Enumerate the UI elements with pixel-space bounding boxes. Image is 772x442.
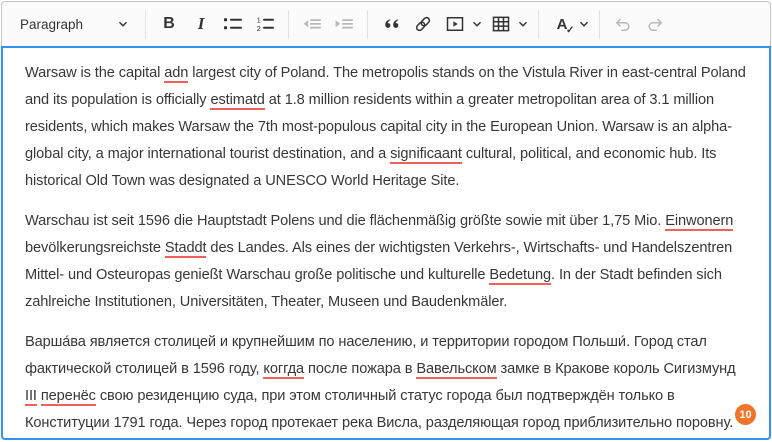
toolbar-separator [599, 10, 600, 39]
indent-icon [334, 14, 354, 34]
spell-check-dropdown[interactable] [576, 8, 592, 40]
italic-icon: I [198, 14, 205, 34]
indent-button[interactable] [328, 8, 360, 40]
misspelled-word[interactable]: коггда [263, 361, 304, 379]
insert-table-icon [491, 14, 511, 34]
text-segment: Warsaw is the capital [25, 65, 164, 81]
link-button[interactable] [407, 8, 439, 40]
bulleted-list-button[interactable] [217, 8, 249, 40]
insert-table-dropdown[interactable] [515, 8, 531, 40]
toolbar-separator [538, 10, 539, 39]
media-embed-icon [445, 14, 465, 34]
italic-button[interactable]: I [185, 8, 217, 40]
text-segment: замке в Кракове король Сигизмунд [497, 361, 736, 377]
rich-text-editor: Paragraph B I 1 2 [1, 1, 771, 440]
paragraph: Варша́ва является столицей и крупнейшим … [25, 329, 747, 437]
toolbar-separator [288, 10, 289, 39]
paragraph: Warschau ist seit 1596 die Hauptstadt Po… [25, 208, 747, 316]
link-icon [413, 14, 433, 34]
heading-dropdown[interactable]: Paragraph [10, 8, 138, 40]
misspelled-word[interactable]: III [25, 388, 37, 406]
proofreader-badge[interactable]: 10 [735, 404, 756, 425]
paragraph: Warsaw is the capital adn largest city o… [25, 60, 747, 195]
chevron-down-icon [579, 19, 589, 29]
editor-content[interactable]: Warsaw is the capital adn largest city o… [1, 46, 771, 440]
outdent-icon [302, 14, 322, 34]
block-quote-button[interactable] [375, 8, 407, 40]
chevron-down-icon [518, 19, 528, 29]
misspelled-word[interactable]: adn [164, 65, 188, 83]
undo-button[interactable] [607, 8, 639, 40]
outdent-button[interactable] [296, 8, 328, 40]
media-embed-dropdown[interactable] [469, 8, 485, 40]
misspelled-word[interactable]: Bedetung [489, 267, 551, 285]
text-segment: свою резиденцию суда, при этом столичный… [25, 388, 733, 431]
redo-icon [645, 14, 665, 34]
block-quote-icon [381, 14, 401, 34]
misspelled-word[interactable]: Einwonern [665, 213, 733, 231]
heading-dropdown-value: Paragraph [20, 17, 83, 32]
misspelled-word[interactable]: significaant [390, 146, 462, 164]
toolbar-separator [145, 10, 146, 39]
media-embed-button[interactable] [439, 8, 471, 40]
insert-table-button[interactable] [485, 8, 517, 40]
text-segment: bevölkerungsreichste [25, 240, 165, 256]
misspelled-word[interactable]: перенёс [41, 388, 96, 406]
misspelled-word[interactable]: estimatd [210, 92, 264, 110]
numbered-list-icon: 1 2 [255, 14, 275, 34]
spell-check-button[interactable]: A ✓ [546, 8, 578, 40]
undo-icon [613, 14, 633, 34]
redo-button[interactable] [639, 8, 671, 40]
bold-button[interactable]: B [153, 8, 185, 40]
bold-icon: B [163, 15, 175, 33]
misspelled-word[interactable]: Вавельском [416, 361, 496, 379]
editor-content-text: Warsaw is the capital adn largest city o… [25, 60, 747, 437]
editor-toolbar: Paragraph B I 1 2 [1, 1, 771, 46]
text-segment: после пожара в [304, 361, 416, 377]
text-segment: Warschau ist seit 1596 die Hauptstadt Po… [25, 213, 665, 229]
bulleted-list-icon [223, 14, 243, 34]
numbered-list-button[interactable]: 1 2 [249, 8, 281, 40]
misspelled-word[interactable]: Staddt [165, 240, 207, 258]
chevron-down-icon [472, 19, 482, 29]
chevron-down-icon [118, 19, 128, 29]
spell-check-icon: A ✓ [557, 17, 568, 32]
svg-text:2: 2 [257, 24, 261, 33]
toolbar-separator [367, 10, 368, 39]
